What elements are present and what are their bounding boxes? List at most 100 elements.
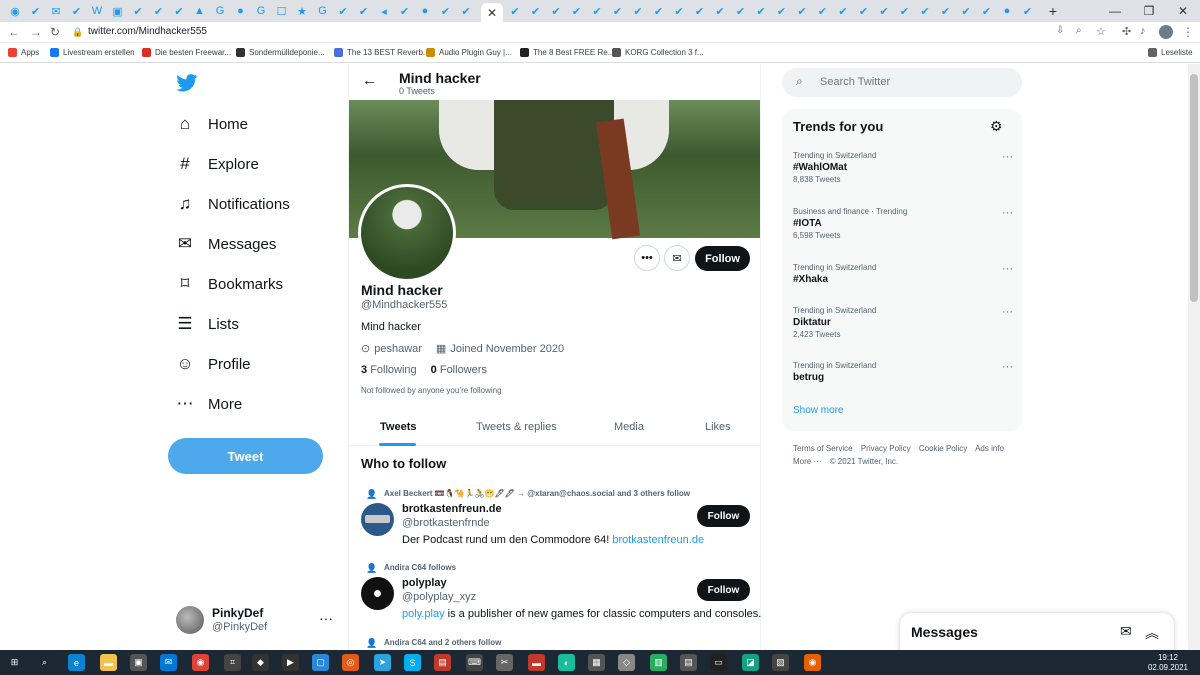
browser-tab[interactable]: ✔ (711, 3, 729, 19)
avatar[interactable] (361, 577, 394, 610)
bookmark-item[interactable]: Audio Plugin Guy |... (426, 48, 512, 57)
browser-tab[interactable]: ✔ (527, 3, 545, 19)
more-options-button[interactable]: ••• (634, 245, 660, 271)
zoom-icon[interactable]: ⌕ (1076, 25, 1082, 36)
browser-tab[interactable]: ✔ (814, 3, 832, 19)
browser-tab[interactable]: ✔ (27, 3, 45, 19)
browser-tab[interactable]: ● (998, 3, 1016, 19)
twitter-logo-icon[interactable] (176, 74, 198, 98)
browser-tab[interactable]: ✔ (896, 3, 914, 19)
suggestion-link[interactable]: brotkastenfreun.de (612, 534, 704, 546)
browser-tab[interactable]: ✔ (834, 3, 852, 19)
app-icon[interactable]: ◐ (558, 654, 575, 671)
browser-tab[interactable]: ✔ (588, 3, 606, 19)
browser-tab[interactable]: ✔ (957, 3, 975, 19)
bookmark-item[interactable]: KORG Collection 3 f... (612, 48, 704, 57)
search-input[interactable] (820, 76, 1000, 88)
bookmark-item[interactable]: Sondermülldeponie... (236, 48, 325, 57)
suggestion-name[interactable]: polyplay (402, 577, 447, 589)
tab-tweets-replies[interactable]: Tweets & replies (476, 421, 557, 433)
browser-tab[interactable]: ✔ (547, 3, 565, 19)
tab-media[interactable]: Media (614, 421, 644, 433)
browser-tab[interactable]: ✔ (457, 3, 475, 19)
browser-tab[interactable]: ✔ (129, 3, 147, 19)
browser-tab[interactable]: ✔ (670, 3, 688, 19)
browser-tab[interactable]: ◉ (6, 3, 24, 19)
followers-link[interactable]: 0 Followers (431, 364, 487, 376)
tweet-button[interactable]: Tweet (168, 438, 323, 474)
trend-more-icon[interactable]: ··· (1002, 361, 1013, 373)
sidebar-item-bookmarks[interactable]: ⌑ Bookmarks (176, 271, 283, 297)
search-box[interactable]: ⌕ (782, 68, 1022, 97)
browser-tab[interactable]: ✉ (47, 3, 65, 19)
browser-menu-icon[interactable]: ⋮ (1182, 25, 1194, 39)
browser-tab[interactable]: ▣ (109, 3, 127, 19)
show-more-link[interactable]: Show more (793, 405, 844, 416)
tab-likes[interactable]: Likes (705, 421, 731, 433)
browser-tab[interactable]: ✔ (506, 3, 524, 19)
footer-link[interactable]: More ··· (793, 457, 821, 466)
browser-tab[interactable]: ✔ (650, 3, 668, 19)
browser-tab[interactable]: ✔ (170, 3, 188, 19)
mail-icon[interactable]: ✉ (160, 654, 177, 671)
messages-drawer[interactable]: Messages ✉ ︽ (900, 613, 1174, 653)
app-icon[interactable]: ✂ (496, 654, 513, 671)
bookmark-item[interactable]: Die besten Freewar... (142, 48, 231, 57)
browser-tab[interactable]: G (314, 3, 332, 19)
follow-button[interactable]: Follow (697, 505, 750, 527)
live-icon[interactable]: ▶ (282, 654, 299, 671)
tab-tweets[interactable]: Tweets (380, 421, 416, 433)
trend-more-icon[interactable]: ··· (1002, 207, 1013, 219)
reading-list[interactable]: Leseliste (1148, 48, 1193, 57)
browser-tab[interactable]: G (211, 3, 229, 19)
new-tab-button[interactable]: + (1044, 3, 1062, 19)
browser-tab[interactable]: ☐ (273, 3, 291, 19)
footer-link[interactable]: © 2021 Twitter, Inc. (830, 457, 898, 466)
bookmark-item[interactable]: The 8 Best FREE Re... (520, 48, 614, 57)
media-icon[interactable]: ♪ (1140, 25, 1146, 37)
trend-item[interactable]: Trending in Switzerland Diktatur 2,423 Twe… (793, 306, 1013, 339)
browser-tab[interactable]: ✔ (937, 3, 955, 19)
lock-icon[interactable]: 🔒 (72, 27, 83, 38)
app-icon[interactable]: ▤ (680, 654, 697, 671)
close-window-icon[interactable]: ✕ (1166, 0, 1200, 22)
app-icon[interactable]: ▬ (528, 654, 545, 671)
avatar[interactable] (361, 503, 394, 536)
app-icon[interactable]: ▤ (434, 654, 451, 671)
browser-tab[interactable]: ✔ (752, 3, 770, 19)
search-icon[interactable]: ⌕ (36, 654, 53, 671)
profile-avatar[interactable] (358, 184, 456, 282)
telegram-icon[interactable]: ➤ (374, 654, 391, 671)
expand-icon[interactable]: ︽ (1145, 623, 1159, 643)
browser-tab[interactable]: ● (416, 3, 434, 19)
new-message-icon[interactable]: ✉ (1120, 623, 1132, 640)
sidebar-item-notifications[interactable]: ♫ Notifications (176, 191, 290, 217)
firefox-icon[interactable]: ◉ (804, 654, 821, 671)
bookmark-item[interactable]: Apps (8, 48, 39, 57)
app-icon[interactable]: ▦ (588, 654, 605, 671)
follow-button[interactable]: Follow (697, 579, 750, 601)
browser-tab[interactable]: ✔ (396, 3, 414, 19)
scrollbar-thumb[interactable] (1190, 74, 1198, 302)
account-switcher[interactable]: PinkyDef @PinkyDef ··· (176, 604, 336, 636)
terminal-icon[interactable]: ▭ (710, 654, 727, 671)
sidebar-item-more[interactable]: ⋯ More (176, 391, 243, 417)
sidebar-item-lists[interactable]: ☰ Lists (176, 311, 238, 337)
star-bookmark-icon[interactable]: ☆ (1096, 25, 1106, 38)
restore-icon[interactable]: ❐ (1132, 0, 1166, 22)
app-icon[interactable]: ◇ (618, 654, 635, 671)
extensions-icon[interactable]: ✣ (1122, 25, 1131, 38)
chrome-icon[interactable]: ◉ (192, 654, 209, 671)
back-arrow-icon[interactable]: ← (362, 72, 377, 89)
gear-icon[interactable]: ⚙ (990, 118, 1003, 135)
trend-item[interactable]: Trending in Switzerland #WahlOMat 8,838 Tw… (793, 151, 1013, 184)
back-nav-icon[interactable]: ← (8, 25, 20, 39)
sidebar-item-explore[interactable]: # Explore (176, 151, 259, 177)
trend-item[interactable]: Trending in Switzerland #Xhaka ··· (793, 263, 1013, 285)
trend-more-icon[interactable]: ··· (1002, 151, 1013, 163)
footer-link[interactable]: Ads info (975, 444, 1004, 453)
browser-tab[interactable]: ✔ (437, 3, 455, 19)
suggestion-name[interactable]: brotkastenfreun.de (402, 503, 502, 515)
app-icon[interactable]: ◎ (342, 654, 359, 671)
app-icon[interactable]: ▢ (312, 654, 329, 671)
